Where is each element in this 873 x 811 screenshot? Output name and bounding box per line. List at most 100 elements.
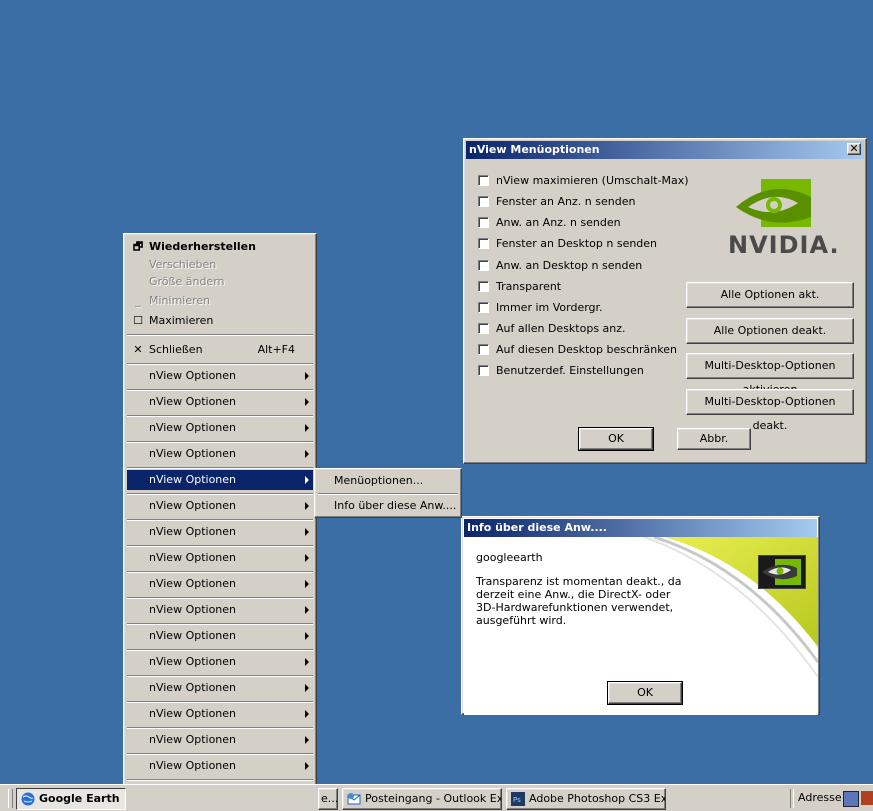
checkbox[interactable] bbox=[478, 280, 489, 292]
menu-item-label: Minimieren bbox=[149, 294, 211, 307]
menu-item-nview-options[interactable]: nView Optionen bbox=[127, 366, 313, 386]
submenu-arrow-icon bbox=[305, 554, 309, 562]
menu-item-nview-options[interactable]: nView Optionen bbox=[127, 704, 313, 724]
menu-item-nview-options[interactable]: nView Optionen bbox=[127, 652, 313, 672]
menu-item-label: nView Optionen bbox=[149, 447, 237, 460]
checkbox[interactable] bbox=[478, 174, 489, 186]
checkbox-option[interactable]: Fenster an Desktop n senden bbox=[478, 236, 657, 252]
checkbox-label: nView maximieren (Umschalt-Max) bbox=[496, 174, 689, 187]
submenu-arrow-icon bbox=[305, 424, 309, 432]
checkbox[interactable] bbox=[478, 343, 489, 355]
submenu-arrow-icon bbox=[305, 762, 309, 770]
menu-item-label: Schließen bbox=[149, 343, 203, 356]
menu-item-nview-options[interactable]: nView Optionen bbox=[127, 626, 313, 646]
taskbar: Google Earth e... Posteingang - Outlook … bbox=[0, 784, 873, 811]
menu-item-nview-options[interactable]: nView Optionen bbox=[127, 574, 313, 594]
task-photoshop[interactable]: Ps Adobe Photoshop CS3 Ex... bbox=[506, 788, 666, 810]
menu-item-nview-options[interactable]: nView Optionen bbox=[127, 392, 313, 412]
menu-item-nview-options[interactable]: nView Optionen bbox=[127, 470, 313, 490]
checkbox-label: Anw. an Anz. n senden bbox=[496, 216, 621, 229]
taskbar-grip bbox=[8, 789, 13, 808]
info-ok-button[interactable]: OK bbox=[607, 681, 683, 705]
menu-item-nview-options[interactable]: nView Optionen bbox=[127, 496, 313, 516]
menu-item-restore[interactable]: 🗗 Wiederherstellen bbox=[127, 237, 313, 257]
menu-item-nview-options[interactable]: nView Optionen bbox=[127, 522, 313, 542]
window-system-menu: 🗗 Wiederherstellen Verschieben Größe änd… bbox=[123, 233, 317, 803]
menu-separator bbox=[127, 649, 313, 651]
close-x-icon: ✕ bbox=[133, 343, 143, 356]
dialog-titlebar[interactable]: nView Menüoptionen ✕ bbox=[466, 141, 864, 159]
menu-shortcut: Alt+F4 bbox=[257, 343, 295, 356]
menu-item-label: nView Optionen bbox=[149, 733, 237, 746]
submenu-arrow-icon bbox=[305, 476, 309, 484]
checkbox-option[interactable]: Auf allen Desktops anz. bbox=[478, 321, 626, 337]
menu-item-nview-options[interactable]: nView Optionen bbox=[127, 600, 313, 620]
submenu-arrow-icon bbox=[305, 736, 309, 744]
task-hidden-window[interactable]: e... bbox=[318, 788, 338, 810]
info-message-line: derzeit eine Anw., die DirectX- oder bbox=[476, 588, 671, 601]
info-app-name: googleearth bbox=[476, 551, 543, 564]
menu-item-maximize[interactable]: ☐ Maximieren bbox=[127, 311, 313, 331]
disable-all-options-button[interactable]: Alle Optionen deakt. bbox=[686, 318, 854, 344]
menu-separator bbox=[127, 623, 313, 625]
submenu-app-info[interactable]: Info über diese Anw.... bbox=[318, 496, 458, 516]
menu-item-nview-options[interactable]: nView Optionen bbox=[127, 756, 313, 776]
checkbox[interactable] bbox=[478, 322, 489, 334]
menu-item-minimize[interactable]: _ Minimieren bbox=[127, 291, 313, 311]
menu-item-label: nView Optionen bbox=[149, 421, 237, 434]
menu-separator bbox=[127, 597, 313, 599]
checkbox[interactable] bbox=[478, 301, 489, 313]
menu-item-label: nView Optionen bbox=[149, 499, 237, 512]
address-toolbar-label[interactable]: Adresse bbox=[798, 791, 842, 804]
nvidia-wordmark: NVIDIA. bbox=[728, 231, 840, 259]
task-google-earth[interactable]: Google Earth bbox=[16, 788, 126, 810]
checkbox[interactable] bbox=[478, 216, 489, 228]
menu-item-nview-options[interactable]: nView Optionen bbox=[127, 548, 313, 568]
menu-separator bbox=[127, 571, 313, 573]
submenu-arrow-icon bbox=[305, 528, 309, 536]
menu-item-size[interactable]: Größe ändern bbox=[127, 272, 313, 292]
task-label: Adobe Photoshop CS3 Ex... bbox=[529, 792, 666, 805]
submenu-menu-options[interactable]: Menüoptionen... bbox=[318, 471, 458, 491]
checkbox-label: Benutzerdef. Einstellungen bbox=[496, 364, 644, 377]
checkbox-option[interactable]: Anw. an Desktop n senden bbox=[478, 258, 642, 274]
checkbox-option[interactable]: nView maximieren (Umschalt-Max) bbox=[478, 173, 689, 189]
checkbox-option[interactable]: Auf diesen Desktop beschränken bbox=[478, 342, 677, 358]
checkbox-label: Auf allen Desktops anz. bbox=[496, 322, 626, 335]
close-icon[interactable]: ✕ bbox=[847, 143, 861, 155]
checkbox-option[interactable]: Fenster an Anz. n senden bbox=[478, 194, 635, 210]
menu-separator bbox=[127, 467, 313, 469]
checkbox[interactable] bbox=[478, 259, 489, 271]
task-outlook-express[interactable]: Posteingang - Outlook Ex... bbox=[342, 788, 502, 810]
menu-item-nview-options[interactable]: nView Optionen bbox=[127, 678, 313, 698]
checkbox[interactable] bbox=[478, 195, 489, 207]
menu-separator bbox=[127, 363, 313, 365]
disable-multi-desktop-button[interactable]: Multi-Desktop-Optionen deakt. bbox=[686, 389, 854, 432]
checkbox-label: Anw. an Desktop n senden bbox=[496, 259, 643, 272]
checkbox[interactable] bbox=[478, 364, 489, 376]
menu-separator bbox=[318, 493, 458, 495]
submenu-arrow-icon bbox=[305, 632, 309, 640]
menu-item-nview-options[interactable]: nView Optionen bbox=[127, 418, 313, 438]
checkbox-option[interactable]: Transparent bbox=[478, 279, 561, 295]
checkbox-option[interactable]: Immer im Vordergr. bbox=[478, 300, 603, 316]
checkbox-option[interactable]: Benutzerdef. Einstellungen bbox=[478, 363, 644, 379]
info-titlebar[interactable]: Info über diese Anw.... bbox=[464, 519, 817, 537]
checkbox-option[interactable]: Anw. an Anz. n senden bbox=[478, 215, 621, 231]
checkbox-label: Transparent bbox=[496, 280, 562, 293]
menu-item-label: nView Optionen bbox=[149, 525, 237, 538]
menu-separator bbox=[127, 545, 313, 547]
menu-item-close[interactable]: ✕ Schließen Alt+F4 bbox=[127, 340, 313, 360]
enable-multi-desktop-button[interactable]: Multi-Desktop-Optionen aktivieren bbox=[686, 353, 854, 396]
task-label: e... bbox=[321, 792, 338, 805]
ok-button[interactable]: OK bbox=[578, 427, 654, 451]
restore-icon: 🗗 bbox=[132, 240, 144, 253]
menu-item-nview-options[interactable]: nView Optionen bbox=[127, 730, 313, 750]
submenu-arrow-icon bbox=[305, 684, 309, 692]
info-message: Transparenz ist momentan deakt., da derz… bbox=[476, 575, 682, 627]
cancel-button[interactable]: Abbr. bbox=[677, 428, 751, 450]
menu-item-nview-options[interactable]: nView Optionen bbox=[127, 444, 313, 464]
checkbox[interactable] bbox=[478, 237, 489, 249]
enable-all-options-button[interactable]: Alle Optionen akt. bbox=[686, 282, 854, 308]
checkbox-label: Immer im Vordergr. bbox=[496, 301, 603, 314]
